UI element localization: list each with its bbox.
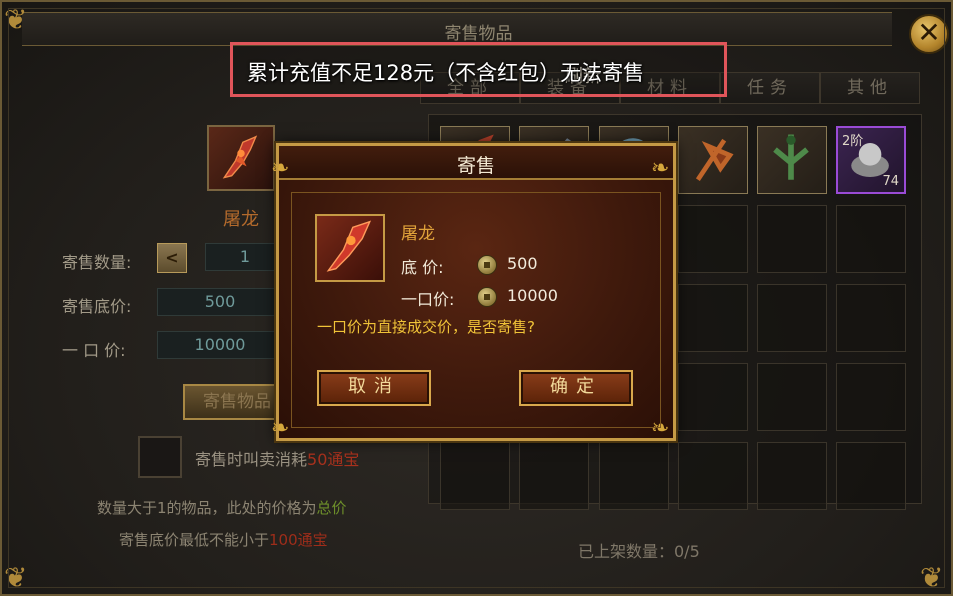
note-highlight: 100通宝	[269, 531, 328, 549]
inventory-slot[interactable]	[757, 442, 827, 510]
inventory-slot[interactable]	[836, 363, 906, 431]
min-price-note: 寄售底价最低不能小于100通宝	[119, 529, 328, 550]
dialog-base-price-value: 500	[507, 254, 538, 273]
dialog-question: 一口价为直接成交价，是否寄售?	[317, 318, 535, 336]
inventory-slot[interactable]	[519, 442, 589, 510]
dialog-buyout-value: 10000	[507, 286, 558, 305]
dialog-buyout-label: 一口价:	[401, 290, 455, 309]
inventory-slot[interactable]	[757, 126, 827, 194]
ornament-icon: ❧	[651, 156, 670, 181]
corner-ornament-icon: ❦	[920, 561, 944, 594]
cancel-button[interactable]: 取消	[317, 370, 431, 406]
buyout-label: 一 口 价:	[62, 341, 126, 360]
dialog-item-slot	[315, 214, 385, 282]
inventory-slot[interactable]	[678, 363, 748, 431]
shout-cost: 50通宝	[307, 450, 360, 469]
sword-icon	[222, 135, 258, 179]
inventory-slot[interactable]	[836, 284, 906, 352]
coin-icon	[477, 287, 497, 307]
selected-item-name: 屠龙	[223, 209, 259, 230]
quantity-field[interactable]: 1	[205, 243, 285, 271]
quantity-label: 寄售数量:	[62, 253, 132, 272]
inventory-slot[interactable]	[678, 442, 748, 510]
inventory-slot[interactable]	[757, 205, 827, 273]
coin-icon	[477, 255, 497, 275]
confirm-button[interactable]: 确定	[519, 370, 633, 406]
base-price-field[interactable]: 500	[157, 288, 283, 316]
amulet-icon	[773, 134, 809, 180]
inventory-slot[interactable]	[757, 363, 827, 431]
inventory-slot[interactable]	[599, 442, 669, 510]
corner-ornament-icon: ❦	[4, 3, 28, 36]
error-toast: 累计充值不足128元（不含红包）无法寄售	[230, 42, 727, 97]
note-text: 寄售底价最低不能小于	[119, 531, 270, 549]
window-title: 寄售物品	[444, 24, 513, 44]
tab-quests[interactable]: 任务	[720, 72, 820, 104]
close-button[interactable]: ✕	[909, 14, 949, 54]
dialog-base-price-label: 底 价:	[401, 258, 444, 277]
close-icon: ✕	[917, 16, 941, 49]
item-count: 74	[882, 174, 899, 189]
item-tier: 2阶	[842, 134, 864, 149]
inventory-slot[interactable]	[678, 205, 748, 273]
toast-message: 累计充值不足128元（不含红包）无法寄售	[247, 61, 645, 85]
tab-other[interactable]: 其他	[820, 72, 920, 104]
inventory-slot[interactable]	[440, 442, 510, 510]
quantity-decrease-button[interactable]: <	[157, 243, 187, 273]
sword-icon	[326, 220, 372, 272]
dialog-title: 寄售	[456, 155, 495, 177]
inventory-slot[interactable]	[678, 126, 748, 194]
corner-ornament-icon: ❦	[4, 561, 28, 594]
inventory-slot[interactable]	[836, 442, 906, 510]
selected-item-slot[interactable]	[207, 125, 275, 191]
axe-icon	[695, 138, 734, 182]
total-price-note: 数量大于1的物品，此处的价格为总价	[97, 497, 347, 518]
consign-item-button[interactable]: 寄售物品	[183, 384, 283, 420]
note-highlight: 总价	[316, 499, 347, 517]
shout-option-text: 寄售时叫卖消耗50通宝	[195, 446, 359, 470]
inventory-slot[interactable]	[836, 205, 906, 273]
ornament-icon: ❧	[271, 156, 290, 181]
note-text: 数量大于1的物品，此处的价格为	[97, 499, 317, 517]
listed-count: 已上架数量：0/5	[578, 542, 700, 561]
inventory-slot[interactable]	[678, 284, 748, 352]
shout-checkbox[interactable]	[138, 436, 182, 478]
inventory-slot[interactable]: 2阶 74	[836, 126, 906, 194]
shout-label: 寄售时叫卖消耗	[195, 450, 308, 469]
ornament-icon: ❧	[271, 416, 290, 441]
base-price-label: 寄售底价:	[62, 297, 132, 316]
buyout-field[interactable]: 10000	[157, 331, 283, 359]
consign-dialog: 寄售 ❧ ❧ ❧ ❧ 屠龙 底 价: 500 一口价: 10000 一口价为直接…	[271, 143, 676, 441]
dialog-item-name: 屠龙	[401, 224, 435, 244]
chevron-left-icon: <	[165, 248, 179, 267]
inventory-slot[interactable]	[757, 284, 827, 352]
